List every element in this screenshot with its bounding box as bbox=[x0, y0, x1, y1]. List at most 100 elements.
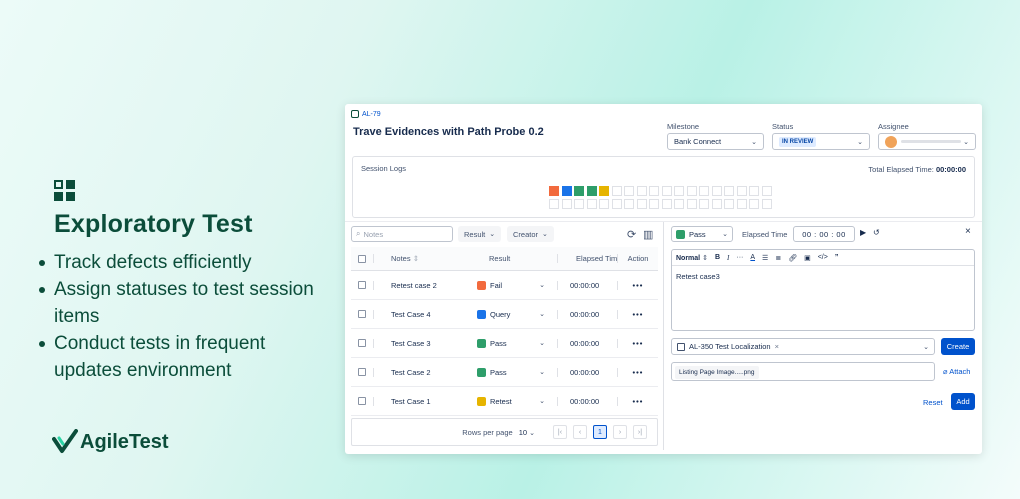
row-elapsed: 00:00:00 bbox=[557, 280, 617, 290]
session-logs-title: Session Logs bbox=[361, 164, 407, 173]
row-result-value: Pass bbox=[490, 338, 507, 348]
prev-page-button[interactable]: ‹ bbox=[573, 425, 587, 439]
col-action-header: Action bbox=[617, 254, 658, 263]
notes-header-label: Notes bbox=[391, 254, 411, 263]
promo-bullet: Assign statuses to test session items bbox=[36, 276, 326, 330]
row-result-select[interactable]: Pass ⌄ bbox=[467, 367, 557, 377]
text-color-icon[interactable]: A bbox=[750, 254, 755, 261]
session-log-block bbox=[561, 186, 572, 196]
result-header-label: Result bbox=[489, 254, 511, 263]
issue-key[interactable]: AL-79 bbox=[351, 110, 381, 118]
row-more-actions-icon[interactable]: ••• bbox=[617, 280, 658, 290]
issue-title: Trave Evidences with Path Probe 0.2 bbox=[353, 126, 544, 138]
image-icon[interactable]: ▣ bbox=[804, 254, 811, 262]
row-more-actions-icon[interactable]: ••• bbox=[617, 367, 658, 377]
attachment-chip[interactable]: Listing Page Image.....png bbox=[675, 366, 759, 379]
italic-icon[interactable]: I bbox=[727, 254, 729, 262]
create-button[interactable]: Create bbox=[941, 338, 975, 355]
row-result-select[interactable]: Pass ⌄ bbox=[467, 338, 557, 348]
session-log-block bbox=[649, 186, 659, 196]
session-log-block bbox=[574, 198, 584, 209]
numbered-list-icon[interactable]: ≣ bbox=[775, 254, 781, 262]
attachments-field[interactable]: Listing Page Image.....png bbox=[671, 362, 935, 381]
table-row[interactable]: Test Case 4 Query ⌄ 00:00:00 ••• bbox=[351, 300, 658, 329]
milestone-label: Milestone bbox=[667, 122, 700, 131]
reset-timer-icon[interactable]: ↺ bbox=[873, 228, 880, 237]
notes-search-input[interactable]: ⌕ Notes bbox=[351, 226, 453, 242]
session-log-block bbox=[686, 198, 697, 209]
session-log-block bbox=[711, 198, 722, 209]
session-log-block bbox=[549, 186, 559, 196]
close-icon[interactable]: × bbox=[965, 226, 971, 237]
row-result-select[interactable]: Query ⌄ bbox=[467, 309, 557, 319]
attach-link[interactable]: ⌀ Attach bbox=[943, 367, 970, 376]
text-style-value: Normal bbox=[676, 254, 701, 262]
quote-icon[interactable]: ” bbox=[835, 254, 839, 261]
chevron-down-icon: ⌄ bbox=[857, 138, 863, 146]
row-checkbox[interactable] bbox=[351, 397, 373, 405]
page-1-button[interactable]: 1 bbox=[593, 425, 607, 439]
elapsed-time-input[interactable]: 00 : 00 : 00 bbox=[793, 226, 855, 242]
select-all-checkbox[interactable] bbox=[351, 254, 373, 263]
row-notes: Retest case 2 bbox=[373, 280, 467, 290]
row-checkbox[interactable] bbox=[351, 368, 373, 376]
milestone-value: Bank Connect bbox=[674, 137, 722, 146]
status-label: Status bbox=[772, 122, 794, 131]
status-select[interactable]: IN REVIEW ⌄ bbox=[772, 133, 870, 150]
first-page-button[interactable]: |‹ bbox=[553, 425, 567, 439]
result-select[interactable]: Pass ⌄ bbox=[671, 226, 733, 242]
table-row[interactable]: Test Case 1 Retest ⌄ 00:00:00 ••• bbox=[351, 387, 658, 416]
session-log-block bbox=[736, 198, 747, 209]
session-log-block bbox=[611, 186, 622, 196]
add-button[interactable]: Add bbox=[951, 393, 975, 410]
row-result-select[interactable]: Retest ⌄ bbox=[467, 396, 557, 406]
columns-icon[interactable]: ▥ bbox=[643, 228, 653, 241]
refresh-icon[interactable]: ⟳ bbox=[627, 228, 636, 241]
row-elapsed: 00:00:00 bbox=[557, 396, 617, 406]
bold-icon[interactable]: B bbox=[715, 254, 720, 261]
row-checkbox[interactable] bbox=[351, 339, 373, 347]
remove-tag-icon[interactable]: × bbox=[775, 342, 779, 351]
table-body: Retest case 2 Fail ⌄ 00:00:00 ••• Test Case 4… bbox=[351, 271, 658, 416]
play-icon[interactable]: ▶ bbox=[860, 228, 866, 237]
code-icon[interactable]: </> bbox=[818, 254, 828, 261]
table-row[interactable]: Retest case 2 Fail ⌄ 00:00:00 ••• bbox=[351, 271, 658, 300]
session-log-block bbox=[611, 198, 622, 209]
col-notes-header[interactable]: Notes ⇕ bbox=[373, 254, 467, 263]
link-icon[interactable]: 🔗︎ bbox=[788, 254, 797, 262]
row-checkbox[interactable] bbox=[351, 310, 373, 318]
chevron-down-icon: ⌄ bbox=[539, 398, 545, 405]
session-log-block bbox=[636, 198, 647, 209]
session-log-block bbox=[736, 186, 747, 196]
row-more-actions-icon[interactable]: ••• bbox=[617, 396, 658, 406]
assignee-label: Assignee bbox=[878, 122, 909, 131]
text-style-select[interactable]: Normal ⇕ bbox=[676, 254, 708, 262]
table-row[interactable]: Test Case 2 Pass ⌄ 00:00:00 ••• bbox=[351, 358, 658, 387]
result-color-swatch bbox=[676, 229, 685, 239]
rows-per-page-select[interactable]: 10 ⌄ bbox=[519, 428, 535, 437]
row-result-select[interactable]: Fail ⌄ bbox=[467, 280, 557, 290]
session-log-block bbox=[636, 186, 647, 196]
last-page-button[interactable]: ›| bbox=[633, 425, 647, 439]
session-log-block bbox=[711, 186, 722, 196]
reset-button[interactable]: Reset bbox=[923, 398, 943, 407]
editor-body[interactable]: Retest case3 bbox=[672, 266, 974, 287]
milestone-select[interactable]: Bank Connect ⌄ bbox=[667, 133, 764, 150]
assignee-value bbox=[885, 135, 961, 148]
next-page-button[interactable]: › bbox=[613, 425, 627, 439]
bullet-list-icon[interactable]: ☰ bbox=[762, 254, 768, 262]
result-filter-button[interactable]: Result ⌄ bbox=[458, 226, 502, 242]
row-more-actions-icon[interactable]: ••• bbox=[617, 309, 658, 319]
assignee-select[interactable]: ⌄ bbox=[878, 133, 976, 150]
creator-filter-button[interactable]: Creator ⌄ bbox=[507, 226, 554, 242]
linked-issue-select[interactable]: AL-350 Test Localization × ⌄ bbox=[671, 338, 935, 355]
session-items-table: Notes ⇕ Result Elapsed Tim Action Retest… bbox=[351, 247, 658, 416]
table-row[interactable]: Test Case 3 Pass ⌄ 00:00:00 ••• bbox=[351, 329, 658, 358]
row-notes: Test Case 3 bbox=[373, 338, 467, 348]
more-formatting-icon[interactable]: ··· bbox=[736, 254, 743, 261]
row-checkbox[interactable] bbox=[351, 281, 373, 289]
row-more-actions-icon[interactable]: ••• bbox=[617, 338, 658, 348]
row-result-value: Pass bbox=[490, 367, 507, 377]
session-log-block bbox=[686, 186, 697, 196]
divider bbox=[663, 222, 664, 450]
